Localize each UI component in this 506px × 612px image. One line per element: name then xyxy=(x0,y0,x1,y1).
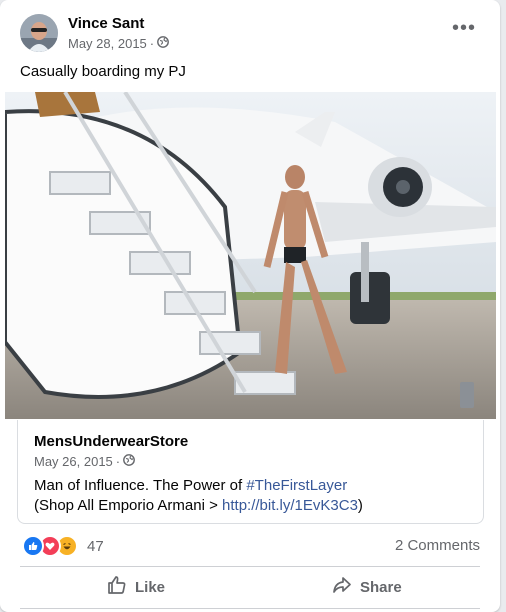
more-options-icon[interactable]: ••• xyxy=(450,18,478,44)
divider xyxy=(20,566,480,567)
post-photo[interactable] xyxy=(5,92,496,419)
reactions-summary[interactable]: 47 xyxy=(22,535,104,557)
shared-post: MensUnderwearStore May 26, 2015 · Man of… xyxy=(17,420,484,524)
post-header: Vince Sant May 28, 2015 · ••• xyxy=(20,14,480,54)
shared-text-prefix: Man of Influence. The Power of xyxy=(34,477,247,494)
comments-count[interactable]: 2 Comments xyxy=(395,537,480,554)
author-name[interactable]: Vince Sant xyxy=(68,15,144,32)
shared-meta-separator: · xyxy=(115,454,121,469)
reaction-count: 47 xyxy=(87,537,104,555)
shared-page-name[interactable]: MensUnderwearStore xyxy=(34,433,188,450)
shared-line2-prefix: (Shop All Emporio Armani > xyxy=(34,497,223,514)
shared-text: Man of Influence. The Power of #TheFirst… xyxy=(34,476,363,516)
divider xyxy=(20,608,480,609)
like-reaction-icon xyxy=(22,535,44,557)
shop-link[interactable]: http://bit.ly/1EvK3C3 xyxy=(222,497,358,514)
hashtag-link[interactable]: #TheFirstLayer xyxy=(246,477,347,494)
shared-meta: May 26, 2015 · xyxy=(34,454,136,469)
like-button[interactable]: Like xyxy=(107,572,165,602)
post-date[interactable]: May 28, 2015 xyxy=(68,36,147,51)
post-card: Vince Sant May 28, 2015 · ••• Casually b… xyxy=(0,0,500,612)
avatar[interactable] xyxy=(20,14,58,52)
share-label: Share xyxy=(360,578,402,596)
share-icon xyxy=(332,575,352,599)
post-meta: May 28, 2015 · xyxy=(68,36,170,51)
meta-separator: · xyxy=(149,36,155,51)
shared-date[interactable]: May 26, 2015 xyxy=(34,454,113,469)
globe-icon xyxy=(157,36,170,51)
shared-line2-suffix: ) xyxy=(357,497,363,514)
globe-icon xyxy=(123,454,136,469)
like-label: Like xyxy=(135,578,166,596)
post-caption: Casually boarding my PJ xyxy=(20,63,186,80)
share-button[interactable]: Share xyxy=(332,572,402,602)
thumbs-up-icon xyxy=(107,575,127,599)
